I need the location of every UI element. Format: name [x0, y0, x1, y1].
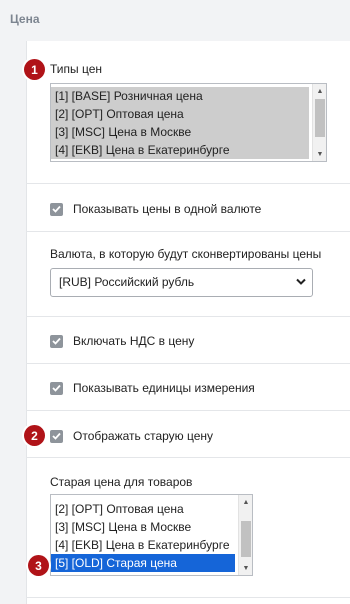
checkmark-icon	[52, 337, 61, 345]
old-price-option-selected[interactable]: [5] [OLD] Старая цена	[51, 554, 235, 572]
one-currency-checkbox-row[interactable]: Показывать цены в одной валюте	[50, 201, 261, 217]
units-checkbox-row[interactable]: Показывать единицы измерения	[50, 380, 255, 396]
vat-checkbox[interactable]	[50, 334, 63, 348]
old-price-type-listbox[interactable]: [2] [OPT] Оптовая цена [3] [MSC] Цена в …	[50, 494, 253, 576]
vat-checkbox-row[interactable]: Включать НДС в цену	[50, 333, 194, 349]
scroll-thumb[interactable]	[315, 99, 325, 137]
divider	[26, 231, 350, 232]
annotation-badge-2: 2	[24, 425, 45, 446]
units-checkbox[interactable]	[50, 381, 63, 395]
old-price-label: Отображать старую цену	[73, 429, 214, 443]
price-type-option[interactable]: [2] [OPT] Оптовая цена	[51, 105, 309, 123]
divider	[26, 316, 350, 317]
checkmark-icon	[52, 432, 61, 440]
one-currency-checkbox[interactable]	[50, 202, 63, 216]
divider	[26, 183, 350, 184]
scroll-up-icon[interactable]: ▲	[313, 84, 326, 98]
annotation-badge-1: 1	[24, 59, 45, 80]
annotation-badge-3: 3	[28, 555, 49, 576]
old-price-type-scrollbar[interactable]: ▲ ▼	[238, 495, 252, 575]
scroll-up-icon[interactable]: ▲	[239, 495, 252, 509]
old-price-option[interactable]: [4] [EKB] Цена в Екатеринбурге	[51, 536, 235, 554]
old-price-checkbox[interactable]	[50, 429, 63, 443]
one-currency-label: Показывать цены в одной валюте	[73, 202, 262, 216]
currency-select[interactable]: [RUB] Российский рубль	[50, 268, 313, 297]
price-types-listbox[interactable]: [1] [BASE] Розничная цена [2] [OPT] Опто…	[50, 83, 327, 162]
price-type-option[interactable]: [3] [MSC] Цена в Москве	[51, 123, 309, 141]
section-title: Цена	[10, 12, 40, 26]
currency-select-value: [RUB] Российский рубль	[59, 275, 195, 289]
old-price-option[interactable]: [2] [OPT] Оптовая цена	[51, 500, 235, 518]
old-price-checkbox-row[interactable]: Отображать старую цену	[50, 428, 213, 444]
price-type-option[interactable]: [1] [BASE] Розничная цена	[51, 87, 309, 105]
divider	[26, 457, 350, 458]
chevron-down-icon	[296, 278, 306, 285]
divider	[26, 410, 350, 411]
checkmark-icon	[52, 384, 61, 392]
price-type-option[interactable]: [4] [EKB] Цена в Екатеринбурге	[51, 141, 309, 159]
old-price-type-label: Старая цена для товаров	[50, 475, 193, 489]
price-types-scrollbar[interactable]: ▲ ▼	[312, 84, 326, 161]
checkmark-icon	[52, 205, 61, 213]
vat-label: Включать НДС в цену	[73, 334, 195, 348]
scroll-thumb[interactable]	[241, 521, 251, 557]
currency-label: Валюта, в которую будут сконвертированы …	[50, 247, 322, 261]
units-label: Показывать единицы измерения	[73, 381, 255, 395]
price-types-label: Типы цен	[50, 62, 103, 76]
divider	[26, 363, 350, 364]
scroll-down-icon[interactable]: ▼	[239, 561, 252, 575]
old-price-option[interactable]: [3] [MSC] Цена в Москве	[51, 518, 235, 536]
divider	[26, 597, 350, 598]
scroll-down-icon[interactable]: ▼	[313, 147, 326, 161]
